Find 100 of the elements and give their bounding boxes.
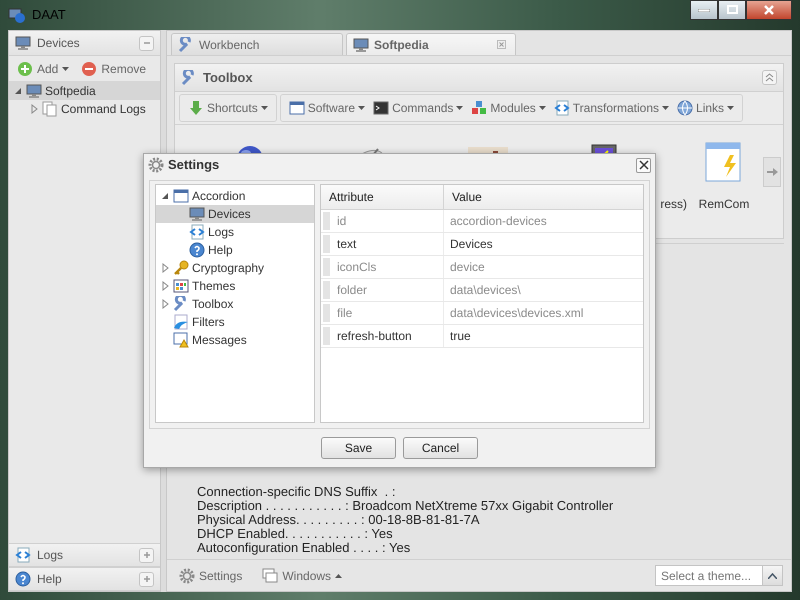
code-icon [15, 547, 31, 563]
minimize-icon [698, 8, 710, 12]
dialog-button[interactable]: Save [321, 437, 396, 459]
tree-item[interactable]: Filters [156, 313, 314, 331]
dialog-title: Settings [168, 156, 220, 174]
toolbox-item-label[interactable]: ress) [660, 195, 687, 213]
status-button[interactable]: Settings [175, 564, 246, 586]
expanded-arrow-icon [160, 191, 170, 201]
tree-item-label: Devices [208, 206, 251, 223]
column-header[interactable]: Value [444, 185, 482, 209]
tree-item-label: Softpedia [45, 83, 96, 100]
console-line: Connection-specific DNS Suffix . : [197, 485, 396, 499]
close-icon [497, 40, 506, 49]
console-icon [373, 100, 390, 116]
caret-icon [662, 106, 670, 110]
help-icon [189, 242, 205, 258]
tab-close-button[interactable] [494, 37, 509, 52]
app-logo-icon [8, 6, 26, 24]
row-handle[interactable] [323, 304, 330, 322]
tree-item[interactable]: Accordion [156, 187, 314, 205]
row-handle[interactable] [323, 281, 330, 299]
code-icon [189, 224, 205, 240]
tree-item[interactable]: Cryptography [156, 259, 314, 277]
console-line: Autoconfiguration Enabled . . . . : Yes [197, 541, 412, 555]
menu-button[interactable]: Links [673, 97, 738, 119]
monitor-icon [353, 36, 369, 52]
tab[interactable]: Workbench [171, 33, 343, 55]
close-button[interactable] [746, 0, 792, 20]
tree-item[interactable]: Devices [156, 205, 314, 223]
tree-item[interactable]: Help [156, 241, 314, 259]
key-icon [173, 260, 189, 276]
toolbox-item-label[interactable]: RemCom [698, 195, 750, 213]
menu-button[interactable]: Shortcuts [184, 97, 272, 119]
minimize-button[interactable] [690, 0, 718, 20]
expand-button[interactable] [139, 548, 154, 562]
attribute-cell: id [333, 210, 444, 232]
accordion-header[interactable]: Help [9, 567, 160, 591]
menu-button[interactable]: Commands [369, 97, 468, 119]
value-cell[interactable]: true [444, 325, 643, 347]
monitor-icon [15, 35, 31, 51]
caret-icon [335, 574, 342, 578]
value-cell[interactable]: Devices [444, 233, 643, 255]
tree-item-label: Accordion [192, 188, 246, 205]
accordion-title: Help [37, 571, 62, 588]
window-icon [173, 188, 189, 204]
tree-item[interactable]: Command Logs [9, 100, 160, 118]
accordion-title: Logs [37, 547, 64, 564]
expanded-arrow-icon [13, 86, 23, 96]
tree-item-label: Cryptography [192, 260, 264, 277]
tab[interactable]: Softpedia [346, 33, 516, 55]
gear-icon [148, 157, 164, 173]
wrench-icon [178, 36, 194, 52]
column-header[interactable]: Attribute [321, 185, 444, 209]
menu-button[interactable]: Software [284, 97, 370, 119]
down-arrow-icon [188, 100, 204, 116]
dropdown-button[interactable] [762, 566, 782, 585]
status-button[interactable]: Windows [258, 564, 346, 586]
toolbar-button[interactable]: Remove [77, 58, 150, 80]
pages-icon [42, 101, 58, 117]
wrench-icon [173, 296, 189, 312]
dialog-button[interactable]: Cancel [403, 437, 478, 459]
collapse-button[interactable] [762, 70, 777, 85]
close-icon [763, 4, 775, 16]
accordion-header[interactable]: Logs [9, 543, 160, 567]
close-icon [638, 160, 648, 170]
attribute-cell: iconCls [333, 256, 444, 278]
code-icon [554, 100, 570, 116]
row-handle[interactable] [323, 235, 330, 253]
attribute-cell: text [333, 233, 444, 255]
globe-icon [677, 100, 694, 116]
console-line: Description . . . . . . . . . . . : Broadcom NetXtreme 57xx Gigabit Controller [197, 499, 614, 513]
tree-item[interactable]: Messages [156, 331, 314, 349]
collapse-button[interactable] [139, 36, 154, 50]
toolbar-button[interactable]: Add [13, 58, 74, 80]
attribute-cell: refresh-button [333, 325, 444, 347]
tree-item[interactable]: Logs [156, 223, 314, 241]
menu-button[interactable]: Transformations [550, 97, 674, 119]
maximize-button[interactable] [718, 0, 746, 20]
tab-label: Workbench [199, 36, 260, 54]
row-handle[interactable] [323, 212, 330, 230]
tree-item-label: Themes [192, 278, 236, 295]
row-handle[interactable] [323, 258, 330, 276]
console-line: DHCP Enabled. . . . . . . . . . . : Yes [197, 527, 394, 541]
double-chevron-up-icon [765, 73, 774, 82]
tree-item[interactable]: Toolbox [156, 295, 314, 313]
grid-icon [173, 278, 189, 294]
scroll-right-button[interactable] [763, 157, 781, 187]
right-arrow-icon [766, 167, 778, 177]
tree-item[interactable]: Softpedia [9, 82, 160, 100]
caret-icon [538, 106, 546, 110]
menu-button[interactable]: Modules [467, 97, 550, 119]
theme-select[interactable]: Select a theme... [655, 565, 783, 586]
expand-button[interactable] [139, 572, 154, 586]
row-handle[interactable] [323, 327, 330, 345]
caret-icon [260, 106, 268, 110]
tree-item[interactable]: Themes [156, 277, 314, 295]
caret-icon [768, 572, 777, 578]
close-button[interactable] [636, 158, 651, 172]
window-title: DAAT [32, 6, 66, 24]
console-line: Physical Address. . . . . . . . . : 00-18-8B-81-81-7A [197, 513, 481, 527]
